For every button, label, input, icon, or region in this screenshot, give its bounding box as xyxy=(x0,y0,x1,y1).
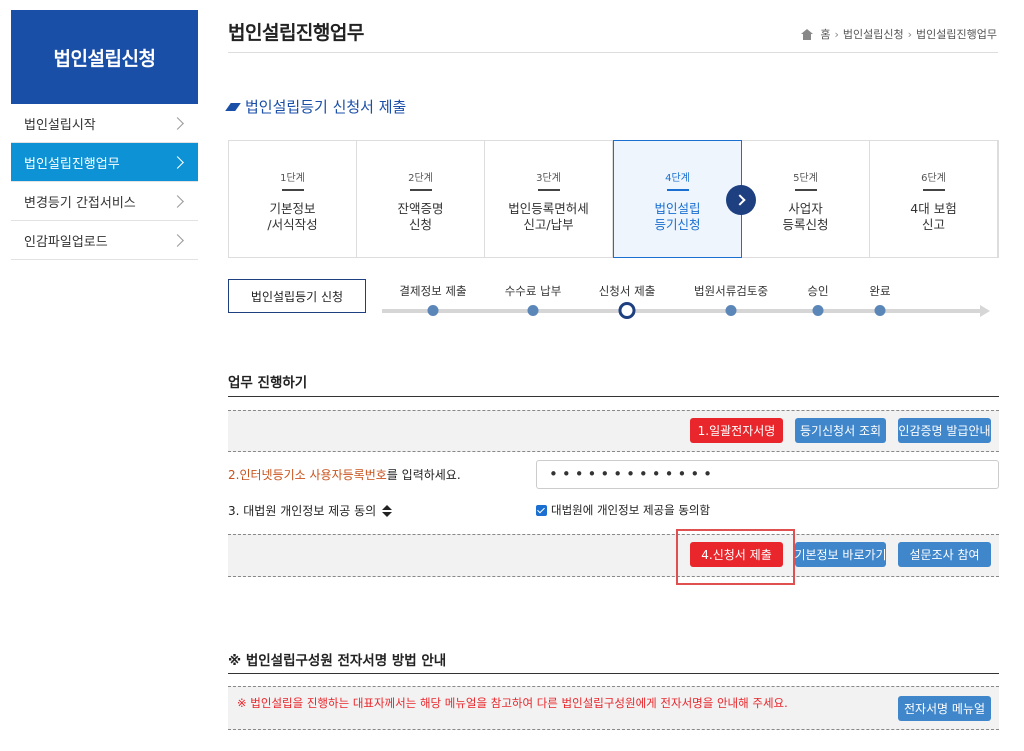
breadcrumb-separator: › xyxy=(907,27,913,41)
view-registration-button[interactable]: 등기신청서 조회 xyxy=(795,418,886,443)
sidebar-item-seal-upload[interactable]: 인감파일업로드 xyxy=(11,221,198,260)
chevron-right-icon xyxy=(171,155,184,169)
guide-notice-text: ※ 법인설립을 진행하는 대표자께서는 해당 메뉴얼을 참고하여 다른 법인설립… xyxy=(237,696,788,710)
progress-stage-box: 법인설립등기 신청 xyxy=(228,279,366,313)
step-underline xyxy=(409,189,432,191)
step-number: 5단계 xyxy=(793,173,818,184)
step-number: 3단계 xyxy=(536,173,561,184)
sidebar-item-change-registration[interactable]: 변경등기 간접서비스 xyxy=(11,182,198,221)
progress-stage-label: 승인 xyxy=(807,284,829,298)
step-number: 1단계 xyxy=(280,173,305,184)
consent-checkbox-row[interactable]: 대법원에 개인정보 제공을 동의함 xyxy=(536,502,710,518)
step-underline xyxy=(537,189,560,191)
progress-dot xyxy=(725,305,737,316)
page-title: 법인설립진행업무 xyxy=(228,22,364,44)
step-label: 법인등록면허세 신고/납부 xyxy=(508,201,589,232)
step-label: 기본정보/서식작성 xyxy=(267,201,318,232)
breadcrumb-home[interactable]: 홈 xyxy=(820,26,830,42)
progress-track xyxy=(382,309,982,313)
guide-section-divider xyxy=(228,673,999,674)
chevron-right-icon xyxy=(171,233,184,247)
basic-info-shortcut-button[interactable]: 기본정보 바로가기 xyxy=(794,542,887,567)
step-underline xyxy=(794,189,817,191)
user-registration-number-input[interactable]: ••••••••••••• xyxy=(536,460,999,489)
sidebar-title: 법인설립신청 xyxy=(11,10,198,104)
sidebar-item-label: 법인설립진행업무 xyxy=(24,156,120,172)
step-number: 2단계 xyxy=(408,173,433,184)
step-label: 잔액증명 신청 xyxy=(397,201,444,232)
seal-certificate-guide-button[interactable]: 인감증명 발급안내 xyxy=(898,418,991,443)
step-3: 3단계 법인등록면허세 신고/납부 xyxy=(485,141,613,257)
step-number: 4단계 xyxy=(665,173,690,184)
next-step-arrow-icon xyxy=(726,185,756,215)
progress-dot-current xyxy=(618,302,636,319)
chevron-right-icon xyxy=(171,194,184,208)
highlight-frame xyxy=(676,529,795,585)
step-2: 2단계 잔액증명 신청 xyxy=(357,141,485,257)
sidebar: 법인설립신청 법인설립시작 법인설립진행업무 변경등기 간접서비스 인감파일업로… xyxy=(11,10,198,260)
step-label: 법인설립 등기신청 xyxy=(654,201,701,232)
progress-stage-label: 결제정보 제출 xyxy=(399,284,467,298)
step-indicator: 1단계 기본정보/서식작성 2단계 잔액증명 신청 3단계 법인등록면허세 신고/납… xyxy=(228,140,999,258)
consent-checkbox[interactable] xyxy=(536,504,547,516)
sidebar-item-start[interactable]: 법인설립시작 xyxy=(11,104,198,143)
step-underline xyxy=(666,189,689,191)
breadcrumb-separator: › xyxy=(834,27,839,41)
progress-stage-label: 수수료 납부 xyxy=(504,284,562,298)
progress-dot xyxy=(812,305,824,316)
step-number: 6단계 xyxy=(921,173,946,184)
consent-checkbox-label: 대법원에 개인정보 제공을 동의함 xyxy=(551,503,711,517)
breadcrumb: 홈 › 법인설립신청 › 법인설립진행업무 xyxy=(801,26,997,42)
survey-button[interactable]: 설문조사 참여 xyxy=(898,542,991,567)
breadcrumb-current: 법인설립진행업무 xyxy=(916,28,997,41)
section-title: 법인설립등기 신청서 제출 xyxy=(225,96,407,117)
expand-toggle-icon[interactable] xyxy=(382,504,393,517)
user-number-label: 2.인터넷등기소 사용자등록번호를 입력하세요. xyxy=(228,468,461,482)
e-sign-manual-button[interactable]: 전자서명 메뉴얼 xyxy=(898,696,991,721)
step-1: 1단계 기본정보/서식작성 xyxy=(229,141,357,257)
step-6: 6단계 4대 보험 신고 xyxy=(870,141,998,257)
step-4-current: 4단계 법인설립 등기신청 xyxy=(613,140,742,258)
progress-dot xyxy=(427,305,439,316)
step-label: 사업자 등록신청 xyxy=(782,201,829,232)
progress-stage-label: 완료 xyxy=(869,284,891,298)
sidebar-item-label: 법인설립시작 xyxy=(24,117,96,133)
breadcrumb-item[interactable]: 법인설립신청 xyxy=(843,26,904,42)
consent-label: 3. 대법원 개인정보 제공 동의 xyxy=(228,502,393,519)
progress-dot xyxy=(874,305,886,316)
progress-dot xyxy=(527,305,539,316)
sidebar-item-label: 변경등기 간접서비스 xyxy=(24,195,136,211)
step-underline xyxy=(281,189,304,191)
home-icon[interactable] xyxy=(801,28,814,40)
step-label: 4대 보험 신고 xyxy=(910,201,957,232)
sidebar-item-progress[interactable]: 법인설립진행업무 xyxy=(11,143,198,182)
sidebar-item-label: 인감파일업로드 xyxy=(24,234,108,250)
section-title-text: 법인설립등기 신청서 제출 xyxy=(245,98,407,116)
bulk-e-sign-button[interactable]: 1.일괄전자서명 xyxy=(690,418,783,443)
work-section-divider xyxy=(228,396,999,397)
slash-bullet-icon xyxy=(225,102,241,111)
step-5: 5단계 사업자 등록신청 xyxy=(742,141,870,257)
guide-section-title: ※ 법인설립구성원 전자서명 방법 안내 xyxy=(228,653,447,669)
step-underline xyxy=(922,189,945,191)
progress-track-arrow-icon xyxy=(980,305,990,317)
progress-stage-label: 신청서 제출 xyxy=(598,284,656,298)
chevron-right-icon xyxy=(171,116,184,130)
work-section-title: 업무 진행하기 xyxy=(228,375,308,391)
progress-stage-label: 법원서류검토중 xyxy=(693,284,769,298)
header-divider xyxy=(228,52,998,53)
